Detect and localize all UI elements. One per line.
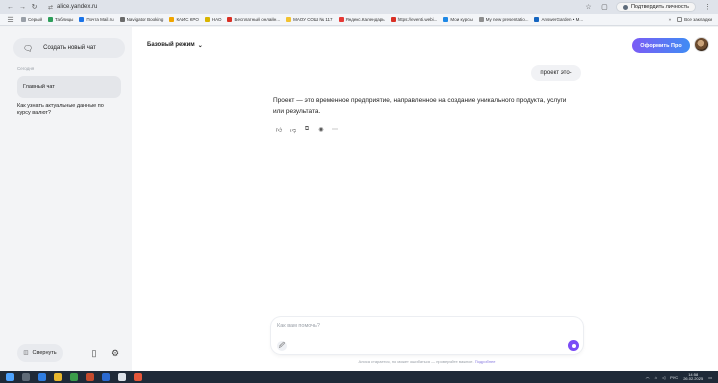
avatar[interactable] [694,37,709,52]
panel-icon: ◫ [23,350,29,356]
new-chat-label: Создать новый чат [43,45,96,51]
word-icon[interactable] [102,373,110,381]
chevron-down-icon: ⌄ [197,42,203,49]
composer: 🖉 [271,317,583,354]
bookmark-item[interactable]: КАИС КРО [169,17,199,22]
profile-dot-icon [622,4,628,10]
user-message: проект это- [531,65,581,81]
confirm-identity-label: Подтвердить личность [630,4,689,10]
url-text: alice.yandex.ru [57,4,98,10]
phone-icon[interactable]: ▯ [85,344,103,362]
bookmark-item[interactable]: Серый [21,17,42,22]
folder-icon [677,17,683,22]
bookmark-favicon-icon [443,17,449,22]
bookmark-item[interactable]: https://eventi.webi... [390,17,437,22]
bookmarks-bar: ☰ Серый Таблицы Почта Mail.ru Navigator Boo… [0,14,718,26]
disclaimer-link[interactable]: Подробнее [475,359,496,364]
bookmark-item[interactable]: МАОУ СОШ № 117 [286,17,333,22]
bookmark-favicon-icon [79,17,85,22]
address-bar[interactable]: ⇄ alice.yandex.ru [48,4,97,11]
volume-icon[interactable]: ◁ [662,375,665,380]
sidebar-chat-item[interactable]: Как узнать актуальные данные по курсу ва… [17,103,117,117]
powerpoint-icon[interactable] [86,373,94,381]
network-icon[interactable]: ⌂ [655,375,657,380]
taskbar: ︿ ⌂ ◁ РУС 14:58 26.02.2025 ▭ [0,371,718,383]
notification-icon[interactable]: ▭ [708,375,712,380]
apps-grid-icon[interactable]: ☰ [6,15,15,24]
new-chat-button[interactable]: 🗨 Создать новый чат [13,38,125,58]
system-tray: ︿ ⌂ ◁ РУС 14:58 26.02.2025 ▭ [646,372,712,382]
language-indicator[interactable]: РУС [670,375,678,380]
bookmark-favicon-icon [169,17,175,22]
forward-icon[interactable]: → [18,3,27,12]
bookmark-item[interactable]: AnswerGarden • M... [534,17,583,22]
section-label-today: Сегодня [17,66,35,71]
search-icon[interactable] [22,373,30,381]
collapse-sidebar-button[interactable]: ◫ Свернуть [17,344,63,362]
notepad-icon[interactable] [118,373,126,381]
reload-icon[interactable]: ↻ [30,3,39,12]
collapse-label: Свернуть [32,350,57,356]
folder-icon[interactable] [54,373,62,381]
sidebar: 🗨 Создать новый чат Сегодня Главный чат … [0,27,132,371]
more-icon[interactable]: ⋯ [331,126,339,134]
disclaimer: Алиса старается, но может ошибаться — пр… [358,359,496,364]
explorer-icon[interactable] [38,373,46,381]
mode-label: Базовый режим [147,42,195,48]
bookmark-favicon-icon [204,17,210,22]
bookmark-item[interactable]: Почта Mail.ru [79,17,114,22]
mode-selector[interactable]: Базовый режим ⌄ [141,38,209,52]
app-icon[interactable] [70,373,78,381]
menu-dots-icon[interactable]: ⋮ [703,3,712,12]
bookmark-item[interactable]: My new presentatio... [478,17,528,22]
answer-actions: 👍︎ 👎︎ ⧉ ◉ ⋯ [275,126,339,134]
windows-start-icon[interactable] [6,373,14,381]
site-settings-icon[interactable]: ⇄ [48,4,53,11]
bookmark-item[interactable]: Яндекс.Календарь [338,17,385,22]
bookmark-item[interactable]: НАО [204,17,221,22]
send-button[interactable] [568,340,579,351]
bookmark-item[interactable]: Navigator Booking [119,17,163,22]
thumbs-down-icon[interactable]: 👎︎ [289,126,297,134]
bookmark-item[interactable]: Мои курсы [443,17,473,22]
bookmark-favicon-icon [286,17,292,22]
bookmarks-overflow-icon[interactable]: » [669,17,672,22]
assistant-answer: Проект — это временное предприятие, напр… [273,97,567,115]
back-icon[interactable]: ← [6,3,15,12]
bookmark-favicon-icon [338,17,344,22]
bookmark-favicon-icon [48,17,54,22]
bookmark-favicon-icon [478,17,484,22]
bookmark-favicon-icon [119,17,125,22]
alice-app: 🗨 Создать новый чат Сегодня Главный чат … [0,27,718,371]
copy-icon[interactable]: ⧉ [303,126,311,134]
yandex-browser-icon[interactable] [134,373,142,381]
bookmark-favicon-icon [390,17,396,22]
sidebar-panel-icon[interactable]: ▢ [600,3,609,12]
star-icon[interactable]: ☆ [584,3,593,12]
bookmark-favicon-icon [227,17,233,22]
settings-gear-icon[interactable]: ⚙ [106,344,124,362]
browser-titlebar: ← → ↻ ⇄ alice.yandex.ru ☆ ▢ Подтвердить … [0,0,718,14]
chevron-up-icon[interactable]: ︿ [646,374,650,380]
attach-icon[interactable]: 🖉 [277,341,287,351]
bookmark-item[interactable]: Таблицы [48,17,73,22]
chat-title: Главный чат [23,84,55,90]
message-input[interactable] [277,321,537,330]
bookmark-favicon-icon [21,17,26,22]
subscribe-pro-button[interactable]: Оформить Про [632,38,690,53]
bookmark-favicon-icon [534,17,540,22]
clock[interactable]: 14:58 26.02.2025 [683,372,703,382]
sidebar-chat-main[interactable]: Главный чат [17,76,121,98]
bookmark-item[interactable]: Бесплатный онлайн... [227,17,280,22]
confirm-identity-button[interactable]: Подтвердить личность [615,2,696,12]
speaker-icon[interactable]: ◉ [317,126,325,134]
thumbs-up-icon[interactable]: 👍︎ [275,126,283,134]
all-bookmarks[interactable]: Все закладки [677,17,712,22]
chat-bubble-icon: 🗨 [23,43,34,53]
